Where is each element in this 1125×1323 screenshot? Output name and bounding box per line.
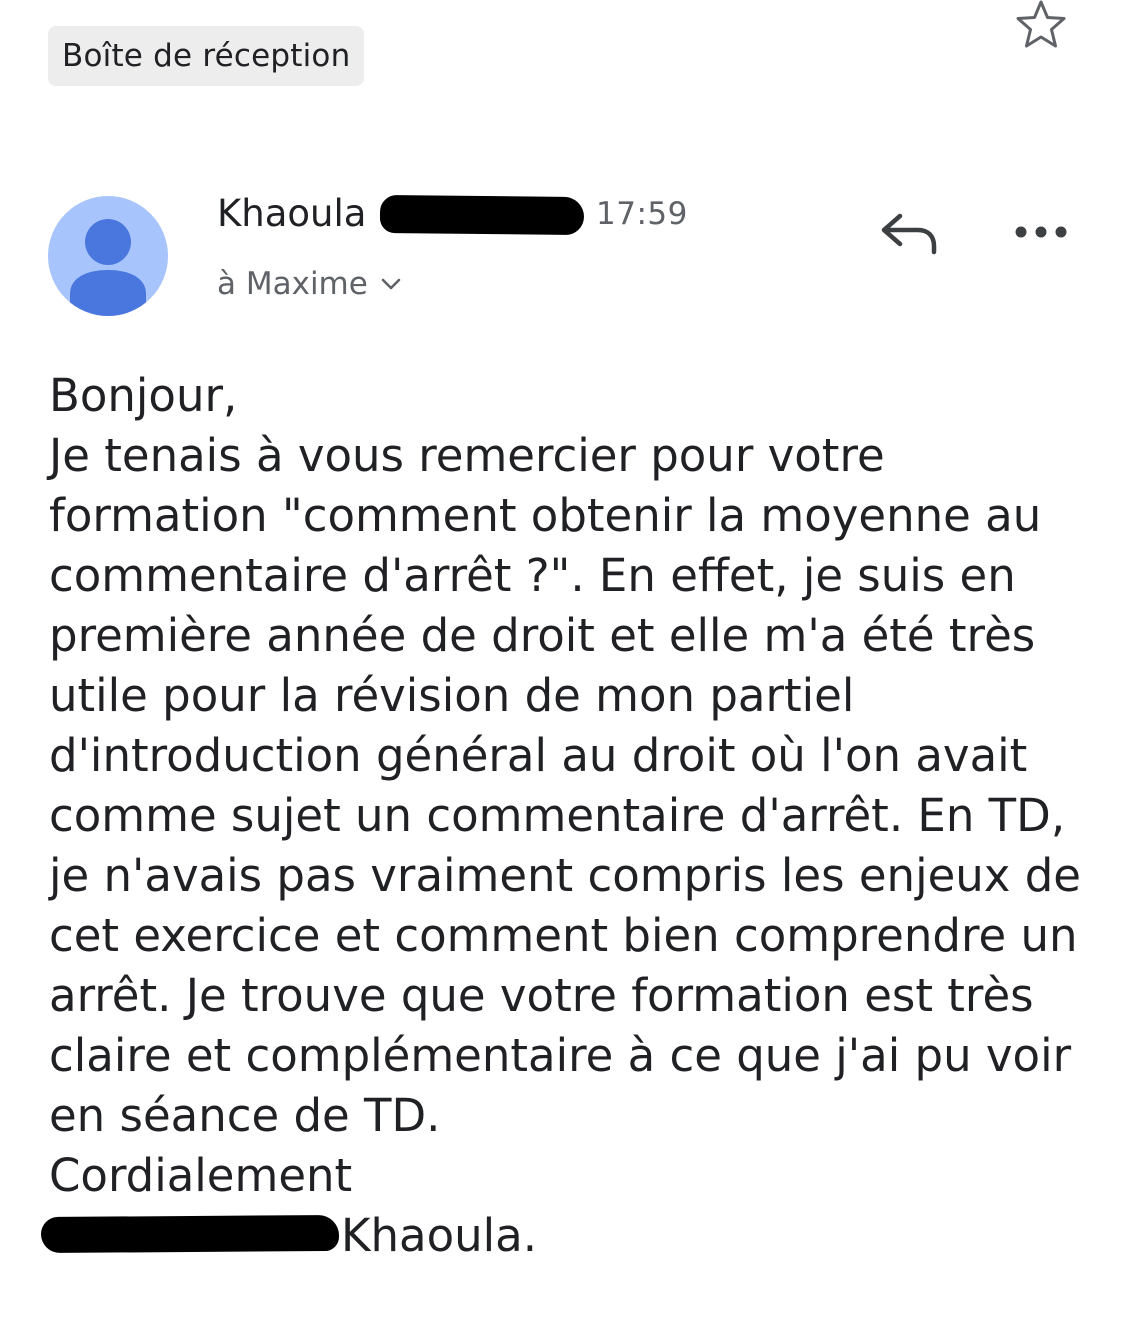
body-line: cet exercice et comment bien comprendre … bbox=[49, 909, 1078, 962]
body-line: commentaire d'arrêt ?". En effet, je sui… bbox=[49, 549, 1016, 602]
body-line: arrêt. Je trouve que votre formation est… bbox=[49, 969, 1034, 1022]
reply-icon bbox=[881, 213, 937, 255]
star-icon[interactable] bbox=[1010, 0, 1072, 52]
body-line: comme sujet un commentaire d'arrêt. En T… bbox=[49, 789, 1066, 842]
body-line: Bonjour, bbox=[49, 369, 238, 422]
more-options-button[interactable] bbox=[1012, 218, 1070, 246]
body-line: formation "comment obtenir la moyenne au bbox=[49, 489, 1042, 542]
recipient-text: à Maxime bbox=[217, 266, 368, 302]
email-view: Boîte de réception Khaoula 17:59 à Maxim… bbox=[0, 0, 1125, 1323]
recipient-toggle[interactable]: à Maxime bbox=[217, 266, 402, 302]
redaction-mark bbox=[379, 194, 585, 236]
body-line: d'introduction général au droit où l'on … bbox=[49, 729, 1028, 782]
signature-name: Khaoula. bbox=[341, 1209, 538, 1262]
body-line: utile pour la révision de mon partiel bbox=[49, 669, 855, 722]
message-body: Bonjour, Je tenais à vous remercier pour… bbox=[40, 366, 1089, 1266]
signature-line: Khaoula. bbox=[40, 1206, 1089, 1266]
body-line: première année de droit et elle m'a été … bbox=[49, 609, 1036, 662]
person-icon bbox=[70, 219, 146, 316]
sender-name[interactable]: Khaoula bbox=[217, 192, 366, 235]
message-time: 17:59 bbox=[596, 196, 688, 232]
inbox-label-chip[interactable]: Boîte de réception bbox=[48, 26, 365, 86]
sender-avatar[interactable] bbox=[48, 196, 168, 316]
body-line: je n'avais pas vraiment compris les enje… bbox=[49, 849, 1081, 902]
redaction-mark bbox=[40, 1214, 340, 1254]
body-line: en séance de TD. bbox=[49, 1089, 441, 1142]
closing-line: Cordialement bbox=[49, 1149, 353, 1202]
more-horizontal-icon bbox=[1015, 226, 1067, 238]
inbox-label-text: Boîte de réception bbox=[62, 38, 351, 74]
body-line: Je tenais à vous remercier pour votre bbox=[49, 429, 885, 482]
reply-button[interactable] bbox=[878, 208, 940, 256]
body-line: claire et complémentaire à ce que j'ai p… bbox=[49, 1029, 1072, 1082]
chevron-down-icon bbox=[381, 278, 401, 290]
